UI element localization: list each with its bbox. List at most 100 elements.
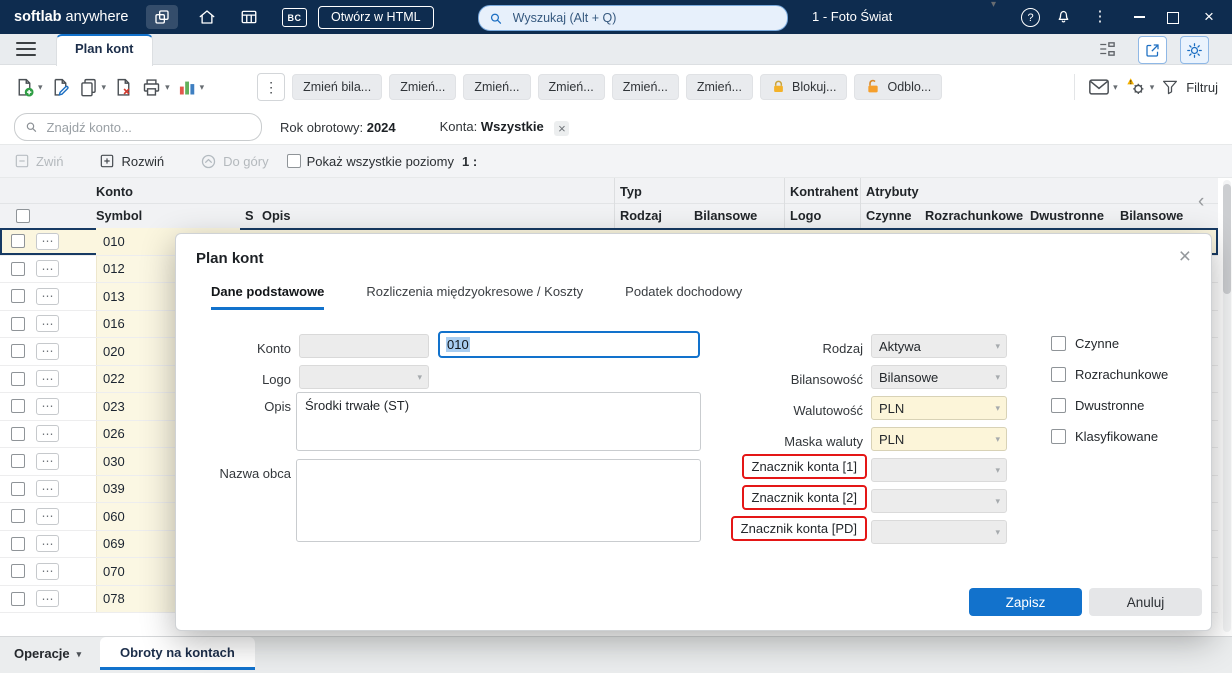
menu-icon[interactable] [16,42,36,57]
tab-plan-kont[interactable]: Plan kont [56,34,153,66]
row-actions-button[interactable]: ⋯ [36,370,59,388]
collapse-panel-icon[interactable]: ‹ [1198,191,1204,213]
close-icon[interactable]: × [1175,244,1195,269]
minimize-icon[interactable] [1134,16,1145,18]
edit-account-button[interactable] [50,77,71,98]
settings-alert-button[interactable]: ▾ [1125,76,1155,98]
chevron-down-icon[interactable]: ▾ [1113,82,1118,92]
copy-account-button[interactable]: ▾ [78,77,107,98]
zmien-button-4[interactable]: Zmień... [537,74,605,100]
column-header-bilansowe[interactable]: Bilansowe [694,207,757,225]
zmien-button-5[interactable]: Zmień... [611,74,679,100]
column-header-dwustronne[interactable]: Dwustronne [1030,207,1104,225]
row-actions-button[interactable]: ⋯ [36,397,59,415]
konto-input[interactable]: 010 [438,331,700,358]
filter-button[interactable]: Filtruj [1161,78,1218,96]
row-checkbox[interactable] [11,316,25,331]
more-options-icon[interactable]: ⋮ [1092,0,1108,34]
row-actions-button[interactable]: ⋯ [36,562,59,580]
chevron-down-icon[interactable]: ▾ [165,82,170,92]
znacznik-konta-1-select[interactable]: ▾ [871,458,1007,482]
row-actions-button[interactable]: ⋯ [36,287,59,305]
nazwa-obca-textarea[interactable] [296,459,701,542]
chevron-down-icon[interactable]: ▾ [200,82,205,92]
row-actions-button[interactable]: ⋯ [36,452,59,470]
row-checkbox[interactable] [11,564,25,579]
column-header-logo[interactable]: Logo [790,207,821,225]
hierarchy-icon[interactable] [1098,41,1116,57]
checkbox-rozrachunkowe[interactable]: Rozrachunkowe [1051,367,1168,382]
operations-menu[interactable]: Operacje ▾ [14,637,81,671]
checkbox-czynne[interactable]: Czynne [1051,336,1119,351]
row-checkbox[interactable] [11,454,25,469]
row-checkbox[interactable] [11,289,25,304]
print-button[interactable]: ▾ [141,77,170,98]
row-actions-button[interactable]: ⋯ [36,425,59,443]
row-actions-button[interactable]: ⋯ [36,535,59,553]
klasyfikowane-checkbox[interactable] [1051,429,1066,444]
global-search[interactable] [478,5,788,31]
row-checkbox[interactable] [11,234,25,249]
row-checkbox[interactable] [11,591,25,606]
accounts-filter[interactable]: Konta: Wszystkie × [440,119,570,136]
rodzaj-select[interactable]: Aktywa ▾ [871,334,1007,358]
chevron-down-icon[interactable]: ▾ [102,82,107,92]
chevron-down-icon[interactable]: ▾ [1150,82,1155,92]
company-selector[interactable]: 1 - Foto Świat ▾ [800,0,1000,34]
remove-filter-icon[interactable]: × [554,120,570,136]
home-icon[interactable] [198,8,216,26]
level-value[interactable]: 1 : [462,154,477,169]
mail-button[interactable]: ▾ [1088,78,1118,96]
row-checkbox[interactable] [11,481,25,496]
row-checkbox[interactable] [11,509,25,524]
chevron-down-icon[interactable]: ▾ [38,82,43,92]
vertical-scrollbar[interactable] [1223,180,1231,632]
lock-button[interactable]: Blokuj... [760,74,848,100]
find-account-input[interactable] [44,118,251,136]
collapse-button[interactable]: Zwiń [14,153,63,169]
bilansowosc-select[interactable]: Bilansowe ▾ [871,365,1007,389]
checkbox-klasyfikowane[interactable]: Klasyfikowane [1051,429,1158,444]
zmien-bilansowosc-button[interactable]: Zmień bila... [292,74,383,100]
global-search-input[interactable] [510,10,777,26]
to-top-button[interactable]: Do góry [200,153,269,170]
column-header-symbol[interactable]: Symbol [96,207,142,225]
notifications-button[interactable] [1055,8,1072,25]
apps-button[interactable] [146,5,178,29]
dwustronne-checkbox[interactable] [1051,398,1066,413]
row-actions-button[interactable]: ⋯ [36,480,59,498]
column-header-s[interactable]: S [245,207,254,225]
tab-dane-podstawowe[interactable]: Dane podstawowe [211,284,325,310]
row-actions-button[interactable]: ⋯ [36,507,59,525]
expand-button[interactable]: Rozwiń [99,153,164,169]
column-header-czynne[interactable]: Czynne [866,207,912,225]
row-actions-button[interactable]: ⋯ [36,232,59,250]
theme-button[interactable] [1180,36,1209,64]
find-account-search[interactable] [14,113,262,141]
select-all-checkbox[interactable] [16,209,30,223]
row-actions-button[interactable]: ⋯ [36,590,59,608]
rozrachunkowe-checkbox[interactable] [1051,367,1066,382]
logo-select[interactable]: ▾ [299,365,429,389]
row-checkbox[interactable] [11,261,25,276]
tab-rozliczenia-miedzyokresowe[interactable]: Rozliczenia międzyokresowe / Koszty [366,284,583,310]
column-header-rodzaj[interactable]: Rodzaj [620,207,662,225]
checkbox-dwustronne[interactable]: Dwustronne [1051,398,1144,413]
help-button[interactable]: ? [1021,8,1040,27]
window-close-icon[interactable]: × [1199,0,1219,33]
tab-podatek-dochodowy[interactable]: Podatek dochodowy [625,284,742,310]
row-actions-button[interactable]: ⋯ [36,315,59,333]
znacznik-konta-2-select[interactable]: ▾ [871,489,1007,513]
zmien-button-6[interactable]: Zmień... [685,74,753,100]
column-header-opis[interactable]: Opis [262,207,290,225]
maska-waluty-select[interactable]: PLN ▾ [871,427,1007,451]
open-in-html-button[interactable]: Otwórz w HTML [318,6,434,29]
chart-button[interactable]: ▾ [177,77,205,97]
opis-textarea[interactable]: Środki trwałe (ST) [296,392,701,451]
row-checkbox[interactable] [11,536,25,551]
maximize-icon[interactable] [1167,12,1179,24]
row-checkbox[interactable] [11,399,25,414]
share-button[interactable] [1138,36,1167,64]
znacznik-konta-pd-select[interactable]: ▾ [871,520,1007,544]
walutowosc-select[interactable]: PLN ▾ [871,396,1007,420]
